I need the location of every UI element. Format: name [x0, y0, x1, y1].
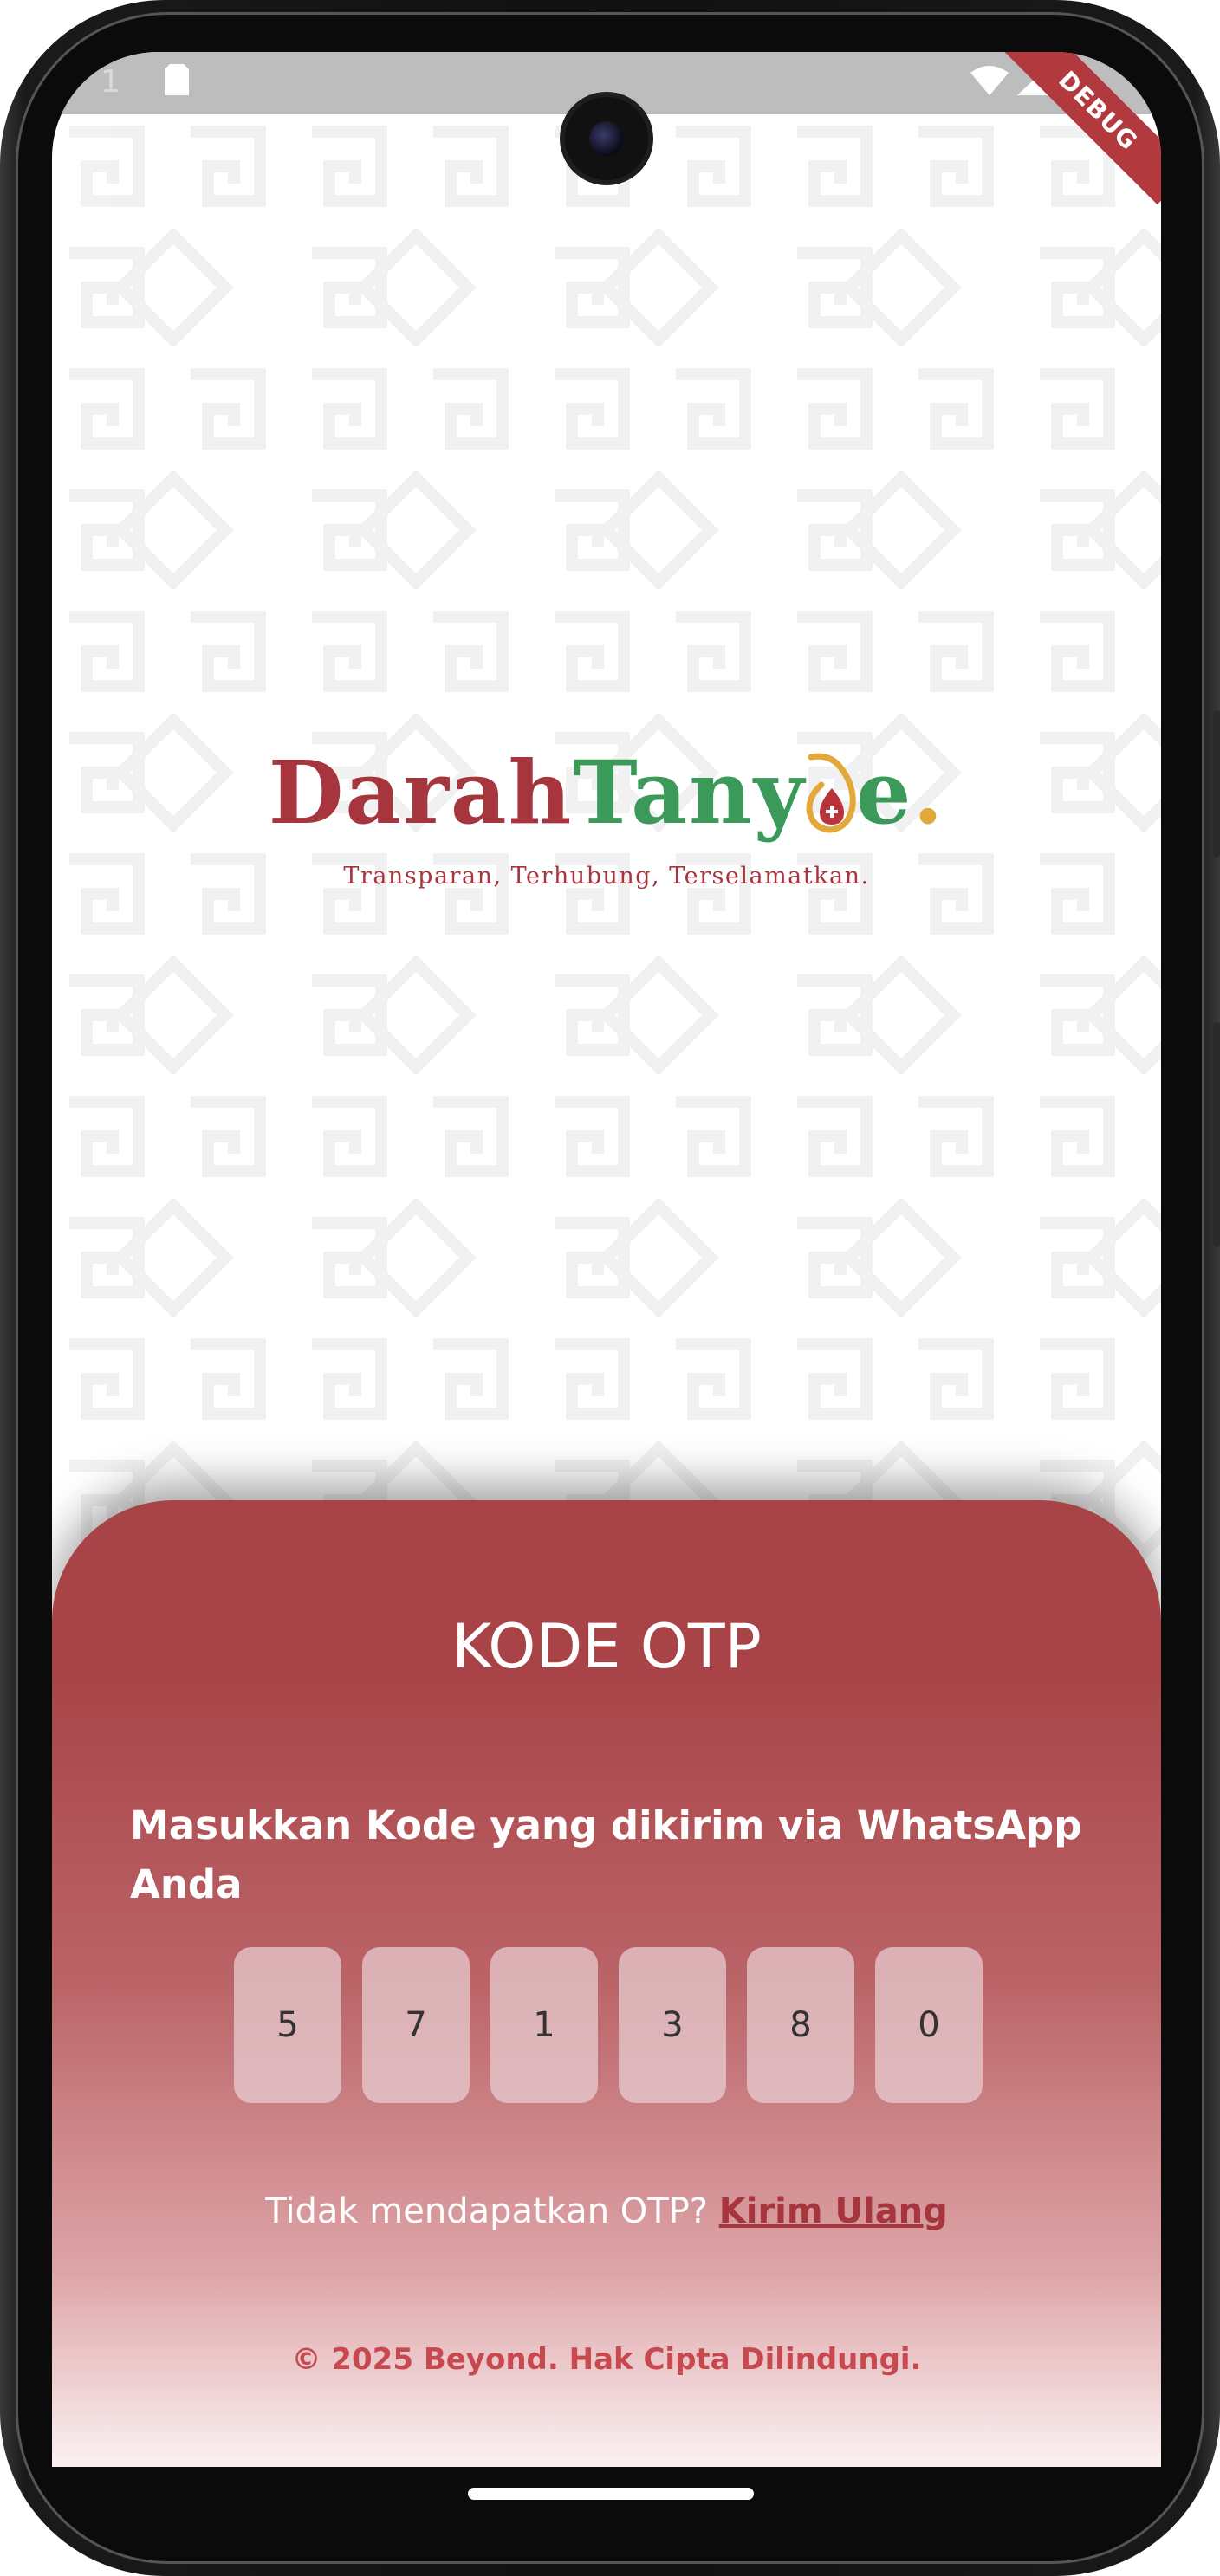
- logo-text-dot: .: [912, 741, 945, 844]
- otp-digit-2[interactable]: 7: [362, 1947, 470, 2103]
- otp-digit-3[interactable]: 1: [490, 1947, 598, 2103]
- home-indicator[interactable]: [468, 2488, 754, 2500]
- otp-title: KODE OTP: [451, 1611, 762, 1682]
- resend-link[interactable]: Kirim Ulang: [719, 2191, 948, 2231]
- logo-tagline: Transparan, Terhubung, Terselamatkan.: [343, 863, 870, 890]
- wifi-icon: [970, 66, 1009, 103]
- otp-digit-4[interactable]: 3: [619, 1947, 726, 2103]
- logo-text-e: e: [855, 741, 913, 844]
- signal-text: 1: [101, 64, 120, 100]
- logo-text-darah: Darah: [268, 741, 574, 844]
- otp-instruction: Masukkan Kode yang dikirim via WhatsApp …: [130, 1803, 1082, 1907]
- otp-panel: KODE OTP Masukkan Kode yang dikirim via …: [52, 1500, 1161, 2467]
- otp-digit-6[interactable]: 0: [875, 1947, 983, 2103]
- camera-lens: [589, 121, 624, 156]
- resend-prompt: Tidak mendapatkan OTP?: [265, 2191, 709, 2231]
- resend-row: Tidak mendapatkan OTP? Kirim Ulang: [52, 2191, 1161, 2231]
- logo-text-tany: Tany: [573, 741, 806, 844]
- copyright-text: © 2025 Beyond. Hak Cipta Dilindungi.: [291, 2342, 922, 2377]
- otp-input-group: 5 7 1 3 8 0: [234, 1947, 983, 2103]
- blood-drop-logo-icon: [806, 747, 856, 833]
- app-screen: 1 DEBUG DarahTany e. Transparan, Terhubu…: [52, 52, 1161, 2467]
- app-logo: DarahTany e. Transparan, Terhubung, Terse…: [52, 736, 1161, 890]
- logo-wordmark: DarahTany e.: [52, 736, 1161, 849]
- front-camera: [565, 97, 648, 180]
- otp-digit-1[interactable]: 5: [234, 1947, 341, 2103]
- sim-card-icon: [165, 64, 189, 103]
- volume-button: [1213, 710, 1220, 858]
- power-button: [1213, 1022, 1220, 1247]
- otp-digit-5[interactable]: 8: [747, 1947, 854, 2103]
